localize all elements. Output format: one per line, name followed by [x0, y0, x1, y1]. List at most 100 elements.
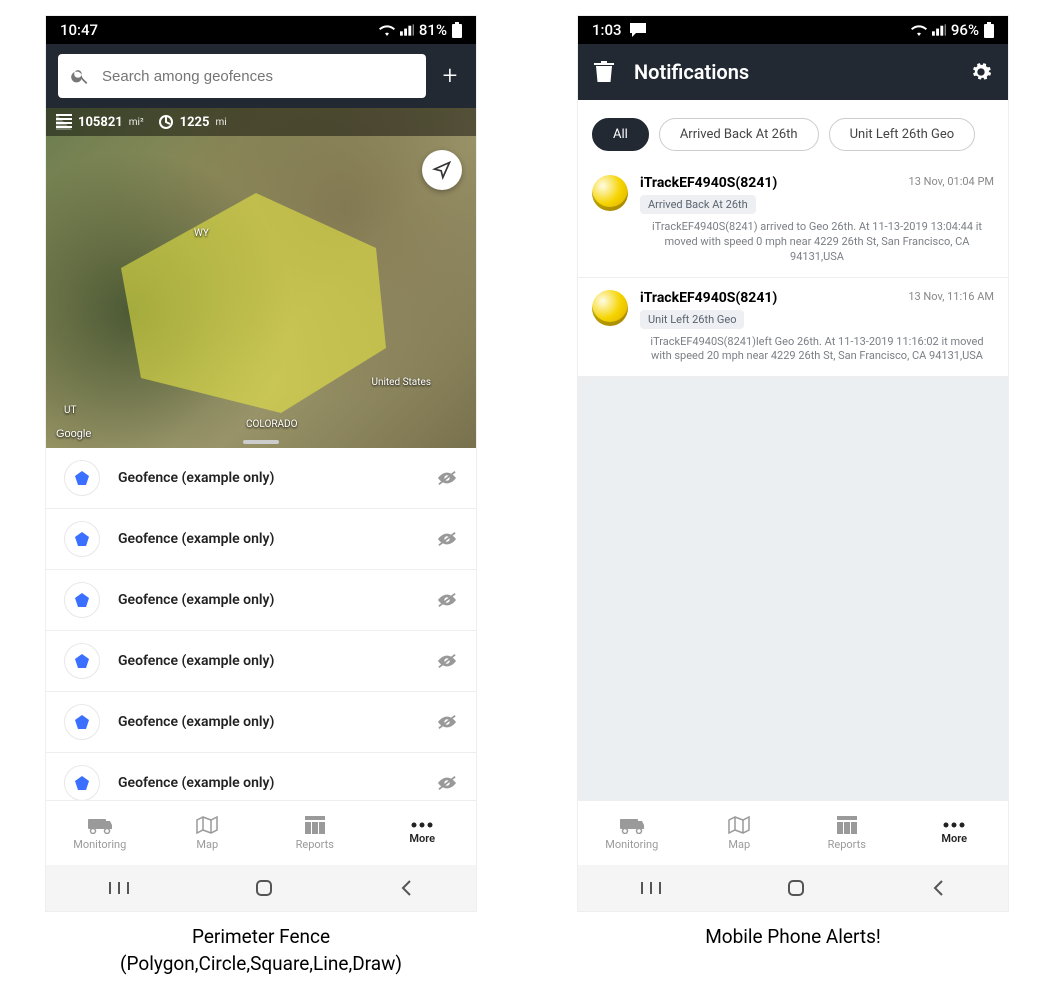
bottom-nav: Monitoring Map Reports More [46, 800, 476, 865]
area-value: 105821 [78, 115, 123, 130]
notifications-list[interactable]: iTrackEF4940S(8241) Arrived Back At 26th 1… [578, 163, 1008, 800]
bottom-nav: Monitoring Map Reports More [578, 800, 1008, 865]
visibility-toggle[interactable] [436, 469, 458, 487]
nav-reports-label: Reports [296, 838, 334, 851]
vehicle-icon [592, 175, 628, 211]
locate-button[interactable] [422, 150, 462, 190]
battery-icon [452, 22, 462, 38]
visibility-toggle[interactable] [436, 652, 458, 670]
notification-title: iTrackEF4940S(8241) [640, 175, 897, 191]
geofence-shape-icon [64, 765, 100, 800]
geofence-list[interactable]: Geofence (example only) Geofence (example… [46, 448, 476, 800]
status-bar: 10:47 81% [46, 16, 476, 44]
perimeter-unit: mi [215, 117, 226, 128]
message-icon [630, 23, 646, 37]
search-input[interactable] [100, 67, 414, 86]
van-icon [87, 816, 113, 834]
phone-notifications: 1:03 96% Notifications All Arrived Back A… [577, 15, 1009, 912]
drag-handle[interactable] [243, 440, 279, 444]
geofence-row[interactable]: Geofence (example only) [46, 509, 476, 570]
gear-icon[interactable] [970, 61, 992, 83]
geofence-row[interactable]: Geofence (example only) [46, 448, 476, 509]
nav-reports[interactable]: Reports [793, 801, 901, 865]
notifications-header: Notifications [578, 44, 1008, 100]
nav-map-label: Map [728, 838, 750, 851]
nav-more-label: More [409, 832, 435, 845]
status-battery: 81% [419, 21, 447, 39]
notification-card[interactable]: iTrackEF4940S(8241)Arrived Back At 26th1… [578, 163, 1008, 278]
nav-more-label: More [941, 832, 967, 845]
filter-chip[interactable]: Arrived Back At 26th [659, 118, 819, 151]
notification-tag: Arrived Back At 26th [640, 195, 756, 214]
geofence-row[interactable]: Geofence (example only) [46, 692, 476, 753]
trash-icon[interactable] [594, 61, 614, 83]
notification-time: 13 Nov, 11:16 AM [908, 290, 994, 303]
map-icon [196, 816, 218, 834]
signal-icon [932, 24, 946, 36]
wifi-icon [911, 24, 927, 36]
navigation-icon [432, 160, 452, 180]
visibility-toggle[interactable] [436, 713, 458, 731]
nav-map[interactable]: Map [154, 801, 262, 865]
geofence-shape-icon [64, 643, 100, 679]
vehicle-icon [592, 290, 628, 326]
nav-monitoring[interactable]: Monitoring [46, 801, 154, 865]
battery-icon [984, 22, 994, 38]
reports-icon [837, 816, 857, 834]
map-metrics: 105821 mi² 1225 mi [46, 108, 476, 136]
nav-map-label: Map [196, 838, 218, 851]
geofence-label: Geofence (example only) [118, 470, 418, 486]
more-icon [943, 822, 965, 828]
geofence-label: Geofence (example only) [118, 531, 418, 547]
home-icon[interactable] [786, 878, 806, 898]
nav-monitoring-label: Monitoring [73, 838, 126, 851]
filter-chips: All Arrived Back At 26th Unit Left 26th Ge… [578, 100, 1008, 163]
geofence-label: Geofence (example only) [118, 653, 418, 669]
nav-monitoring[interactable]: Monitoring [578, 801, 686, 865]
map-terrain [46, 108, 476, 448]
nav-map[interactable]: Map [686, 801, 794, 865]
geofence-shape-icon [64, 582, 100, 618]
visibility-toggle[interactable] [436, 530, 458, 548]
recents-icon[interactable] [640, 880, 662, 896]
reports-icon [305, 816, 325, 834]
geofence-shape-icon [64, 521, 100, 557]
geofence-row[interactable]: Geofence (example only) [46, 753, 476, 800]
system-nav [46, 865, 476, 911]
map-view[interactable]: WY UT United States COLORADO 105821 mi² … [46, 108, 476, 448]
caption-notifications: Mobile Phone Alerts! [705, 924, 881, 951]
system-nav [578, 865, 1008, 911]
map-label-ut: UT [64, 405, 76, 416]
geofence-row[interactable]: Geofence (example only) [46, 570, 476, 631]
home-icon[interactable] [254, 878, 274, 898]
perimeter-icon [158, 114, 174, 130]
back-icon[interactable] [398, 878, 414, 898]
nav-reports[interactable]: Reports [261, 801, 369, 865]
geofence-label: Geofence (example only) [118, 592, 418, 608]
search-box[interactable] [58, 54, 426, 98]
map-icon [728, 816, 750, 834]
nav-monitoring-label: Monitoring [605, 838, 658, 851]
search-header: + [46, 44, 476, 108]
geofence-row[interactable]: Geofence (example only) [46, 631, 476, 692]
nav-more[interactable]: More [901, 801, 1009, 865]
status-bar: 1:03 96% [578, 16, 1008, 44]
geofence-label: Geofence (example only) [118, 775, 418, 791]
geofence-label: Geofence (example only) [118, 714, 418, 730]
status-time: 1:03 [592, 21, 622, 39]
filter-chip[interactable]: Unit Left 26th Geo [829, 118, 976, 151]
map-label-co: COLORADO [246, 419, 297, 430]
recents-icon[interactable] [108, 880, 130, 896]
filter-chip[interactable]: All [592, 118, 649, 151]
page-title: Notifications [634, 60, 950, 84]
google-attribution: Google [56, 428, 91, 440]
notification-card[interactable]: iTrackEF4940S(8241)Unit Left 26th Geo13 … [578, 278, 1008, 378]
nav-more[interactable]: More [369, 801, 477, 865]
add-button[interactable]: + [436, 61, 464, 91]
perimeter-value: 1225 [180, 115, 210, 130]
map-label-us: United States [371, 377, 431, 388]
status-battery: 96% [951, 21, 979, 39]
back-icon[interactable] [930, 878, 946, 898]
visibility-toggle[interactable] [436, 774, 458, 792]
visibility-toggle[interactable] [436, 591, 458, 609]
